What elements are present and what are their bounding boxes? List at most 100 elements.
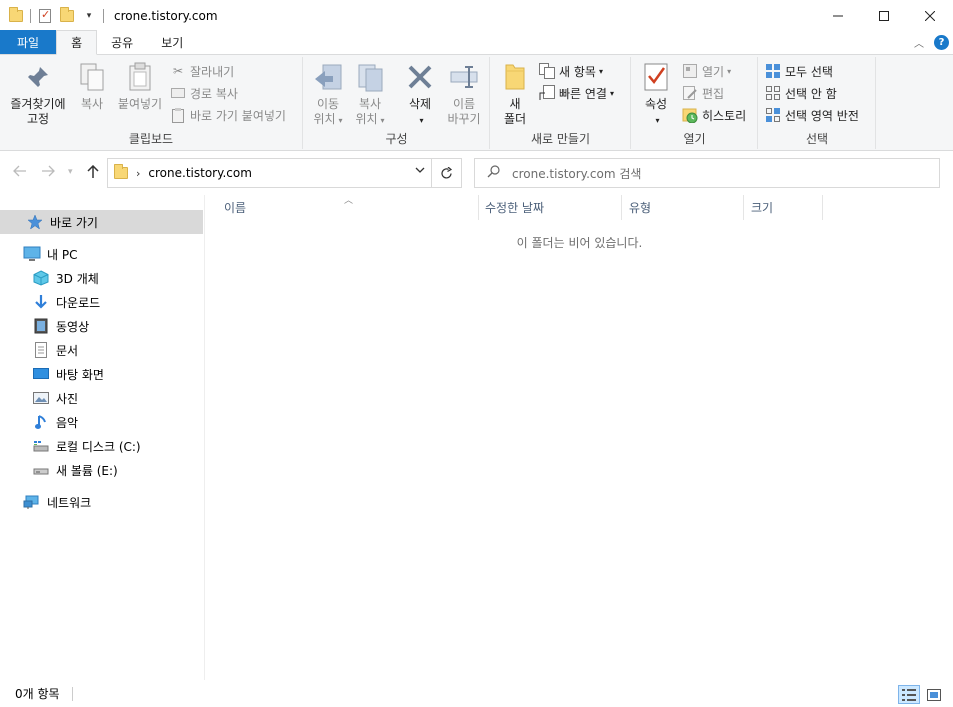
- nav-quick-access[interactable]: 바로 가기: [0, 210, 203, 234]
- recent-locations-icon[interactable]: ▾: [68, 167, 73, 177]
- properties-large-icon: [640, 61, 672, 93]
- move-to-button[interactable]: 이동 위치 ▾: [310, 61, 346, 128]
- nav-item-music[interactable]: 음악: [0, 410, 203, 434]
- sort-ascending-icon: ︿: [344, 196, 354, 206]
- column-header-date-modified[interactable]: 수정한 날짜: [479, 195, 622, 220]
- column-header-label: 유형: [629, 201, 652, 215]
- column-header-type[interactable]: 유형: [622, 195, 744, 220]
- history-label: 히스토리: [702, 108, 747, 123]
- videos-icon: [32, 317, 50, 335]
- help-icon[interactable]: ?: [934, 35, 949, 50]
- pin-label-1: 즐겨찾기에: [10, 97, 66, 111]
- open-button[interactable]: 열기 ▾: [682, 61, 731, 81]
- back-button[interactable]: [13, 165, 27, 181]
- quick-access-toolbar: ▾: [0, 0, 110, 31]
- pin-icon: [22, 61, 54, 93]
- new-folder-button[interactable]: 새 폴더: [497, 61, 533, 127]
- clipboard-group: 즐겨찾기에 고정 복사 붙여넣기 ✂ 잘라내기 경로 복사 바로 가기 붙여넣기…: [0, 57, 303, 149]
- properties-button[interactable]: 속성 ▾: [638, 61, 674, 128]
- paste-button[interactable]: 붙여넣기: [114, 61, 166, 112]
- new-item-label: 새 항목: [559, 64, 596, 79]
- pin-label-2: 고정: [26, 112, 50, 126]
- paste-shortcut-label: 바로 가기 붙여넣기: [190, 108, 286, 123]
- new-folder-icon[interactable]: [59, 6, 75, 24]
- nav-item-label: 새 볼륨 (E:): [56, 463, 118, 478]
- copy-path-button[interactable]: 경로 복사: [170, 83, 238, 103]
- large-icons-view-button[interactable]: [923, 685, 945, 704]
- tab-view[interactable]: 보기: [147, 30, 197, 54]
- cut-button[interactable]: ✂ 잘라내기: [170, 61, 234, 81]
- history-button[interactable]: 히스토리: [682, 105, 746, 125]
- new-folder-label-2: 폴더: [503, 112, 527, 126]
- address-path[interactable]: crone.tistory.com: [148, 166, 252, 180]
- refresh-button[interactable]: [431, 159, 461, 187]
- file-list[interactable]: 이름 ︿ 수정한 날짜 유형 크기 이 폴더는 비어 있습니다.: [206, 195, 953, 680]
- rename-button[interactable]: 이름 바꾸기: [442, 61, 486, 127]
- nav-item-desktop[interactable]: 바탕 화면: [0, 362, 203, 386]
- tab-home[interactable]: 홈: [56, 30, 98, 55]
- tab-file[interactable]: 파일: [0, 30, 57, 54]
- pin-to-quick-access-button[interactable]: 즐겨찾기에 고정: [6, 61, 70, 127]
- search-box[interactable]: crone.tistory.com 검색: [474, 158, 940, 188]
- properties-icon[interactable]: [37, 8, 53, 24]
- copy-button[interactable]: 복사: [74, 61, 110, 112]
- status-separator: [71, 686, 73, 701]
- open-icon: [682, 63, 698, 79]
- paste-shortcut-button[interactable]: 바로 가기 붙여넣기: [170, 105, 286, 125]
- nav-item-documents[interactable]: 문서: [0, 338, 203, 362]
- paste-shortcut-icon: [170, 107, 186, 123]
- nav-item-videos[interactable]: 동영상: [0, 314, 203, 338]
- properties-dropdown-icon[interactable]: ▾: [638, 112, 674, 128]
- search-icon: [487, 164, 500, 182]
- open-group: 속성 ▾ 열기 ▾ 편집 히스토리 열기: [632, 57, 758, 149]
- nav-item-local-disk[interactable]: 로컬 디스크 (C:): [0, 434, 203, 458]
- forward-button[interactable]: [41, 165, 55, 181]
- maximize-button[interactable]: [861, 0, 907, 31]
- delete-dropdown-icon[interactable]: ▾: [402, 112, 438, 128]
- status-bar: 0개 항목: [0, 680, 953, 707]
- select-none-button[interactable]: 선택 안 함: [765, 83, 837, 103]
- nav-network[interactable]: 네트워크: [0, 490, 203, 514]
- select-none-label: 선택 안 함: [785, 86, 837, 101]
- nav-item-label: 로컬 디스크 (C:): [56, 439, 141, 454]
- documents-icon: [32, 341, 50, 359]
- copy-path-icon: [170, 85, 186, 101]
- column-header-size[interactable]: 크기: [744, 195, 823, 220]
- nav-item-pictures[interactable]: 사진: [0, 386, 203, 410]
- close-button[interactable]: [907, 0, 953, 31]
- easy-access-button[interactable]: 빠른 연결 ▾: [539, 83, 614, 103]
- address-bar[interactable]: › crone.tistory.com: [107, 158, 462, 188]
- ribbon: 즐겨찾기에 고정 복사 붙여넣기 ✂ 잘라내기 경로 복사 바로 가기 붙여넣기…: [0, 55, 953, 151]
- scissors-icon: ✂: [172, 64, 184, 78]
- copy-to-button[interactable]: 복사 위치 ▾: [352, 61, 388, 128]
- folder-icon[interactable]: [8, 6, 24, 24]
- nav-item-label: 사진: [56, 391, 79, 406]
- minimize-button[interactable]: [815, 0, 861, 31]
- properties-label: 속성: [644, 97, 668, 111]
- select-none-icon: [765, 85, 781, 101]
- delete-button[interactable]: 삭제 ▾: [402, 61, 438, 128]
- nav-item-3d-objects[interactable]: 3D 개체: [0, 266, 203, 290]
- delete-label: 삭제: [408, 97, 432, 111]
- address-history-dropdown-icon[interactable]: [415, 165, 425, 176]
- customize-toolbar-icon[interactable]: ▾: [81, 8, 97, 24]
- column-header-name[interactable]: 이름 ︿: [206, 195, 479, 220]
- nav-this-pc[interactable]: 내 PC: [0, 242, 203, 266]
- up-button[interactable]: [87, 164, 99, 183]
- forward-arrow-icon: [42, 165, 55, 177]
- column-header-label: 수정한 날짜: [485, 201, 545, 215]
- select-all-label: 모두 선택: [785, 64, 833, 79]
- tab-share[interactable]: 공유: [97, 30, 147, 54]
- minimize-ribbon-icon[interactable]: ︿: [914, 35, 924, 50]
- new-folder-label-1: 새: [509, 97, 521, 111]
- nav-item-downloads[interactable]: 다운로드: [0, 290, 203, 314]
- nav-item-volume-e[interactable]: 새 볼륨 (E:): [0, 458, 203, 482]
- new-item-button[interactable]: 새 항목 ▾: [539, 61, 603, 81]
- details-view-button[interactable]: [898, 685, 920, 704]
- edit-button[interactable]: 편집: [682, 83, 724, 103]
- nav-item-label: 음악: [56, 415, 79, 430]
- toolbar-separator: [30, 8, 31, 23]
- invert-selection-button[interactable]: 선택 영역 반전: [765, 105, 859, 125]
- breadcrumb-chevron-icon[interactable]: ›: [136, 167, 140, 180]
- select-all-button[interactable]: 모두 선택: [765, 61, 833, 81]
